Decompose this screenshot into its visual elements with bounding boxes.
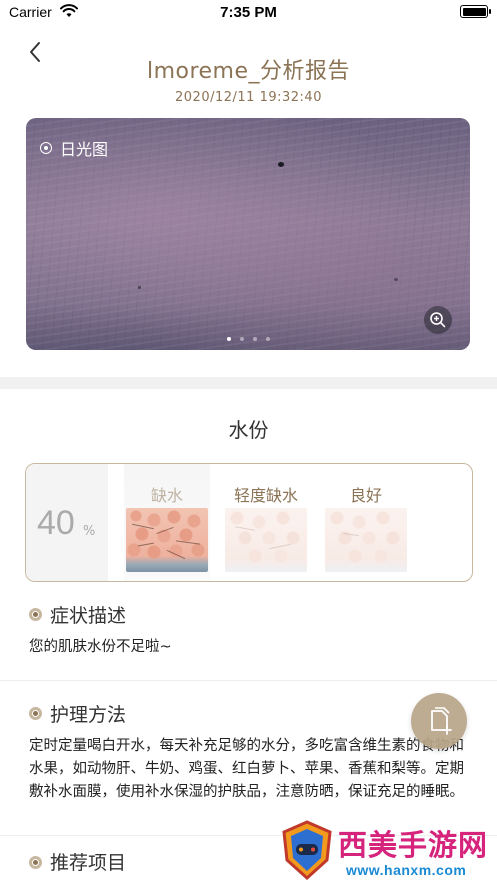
moisture-unit: % bbox=[83, 524, 96, 539]
pager-dot bbox=[252, 337, 257, 341]
radio-dot-icon bbox=[40, 142, 52, 154]
bullet-icon bbox=[29, 608, 42, 621]
skin-image-viewer[interactable]: 日光图 bbox=[26, 118, 470, 350]
level-good: 良好 bbox=[323, 464, 409, 581]
section-divider bbox=[0, 377, 497, 389]
pager-dot bbox=[226, 337, 231, 341]
watermark-url: www.hanxm.com bbox=[346, 862, 467, 878]
skin-pore bbox=[138, 286, 141, 289]
skin-pore bbox=[394, 278, 398, 281]
battery-icon bbox=[460, 5, 491, 18]
status-bar: Carrier 7:35 PM bbox=[0, 0, 497, 26]
level-label: 缺水 bbox=[150, 486, 183, 505]
image-pager bbox=[26, 337, 470, 341]
pager-dot bbox=[239, 337, 244, 341]
bullet-icon bbox=[29, 856, 42, 869]
symptoms-text: 您的肌肤水份不足啦~ bbox=[29, 639, 172, 655]
battery-fill bbox=[462, 7, 486, 16]
moisture-card: 40 % 缺水 轻度缺水 良好 bbox=[25, 463, 473, 582]
level-mildly-dehydrated: 轻度缺水 bbox=[223, 464, 309, 581]
page-title: lmoreme_分析报告 bbox=[146, 59, 351, 84]
care-title: 护理方法 bbox=[50, 704, 127, 726]
clock: 7:35 PM bbox=[220, 4, 277, 21]
zoom-in-icon bbox=[430, 312, 446, 328]
skin-good-illustration bbox=[325, 508, 407, 572]
add-document-icon bbox=[431, 707, 452, 735]
skin-mild-illustration bbox=[225, 508, 307, 572]
report-date: 2020/12/11 19:32:40 bbox=[175, 90, 322, 105]
report-action-button[interactable] bbox=[411, 693, 467, 749]
pager-dot bbox=[265, 337, 270, 341]
level-label: 良好 bbox=[349, 486, 382, 505]
image-type-text: 日光图 bbox=[60, 140, 109, 159]
bullet-icon bbox=[29, 707, 42, 720]
moisture-percent-box: 40 % bbox=[26, 464, 108, 581]
care-text: 定时定量喝白开水，每天补充足够的水分，多吃富含维生素的食物和水果，如动物肝、牛奶… bbox=[29, 738, 464, 800]
level-label: 轻度缺水 bbox=[233, 486, 298, 505]
symptoms-title: 症状描述 bbox=[50, 605, 127, 627]
level-dehydrated: 缺水 bbox=[124, 464, 210, 581]
moisture-section-title: 水份 bbox=[228, 418, 269, 442]
watermark-title: 西美手游网 bbox=[338, 828, 489, 862]
zoom-button[interactable] bbox=[424, 306, 452, 334]
recommend-title: 推荐项目 bbox=[50, 852, 127, 874]
shield-logo-icon bbox=[282, 820, 332, 880]
skin-pore bbox=[278, 162, 284, 167]
site-watermark: 西美手游网 www.hanxm.com bbox=[280, 820, 497, 883]
skin-dry-illustration bbox=[126, 508, 208, 572]
moisture-value: 40 bbox=[37, 504, 75, 542]
image-type-label: 日光图 bbox=[40, 136, 108, 160]
divider-line bbox=[0, 680, 497, 681]
